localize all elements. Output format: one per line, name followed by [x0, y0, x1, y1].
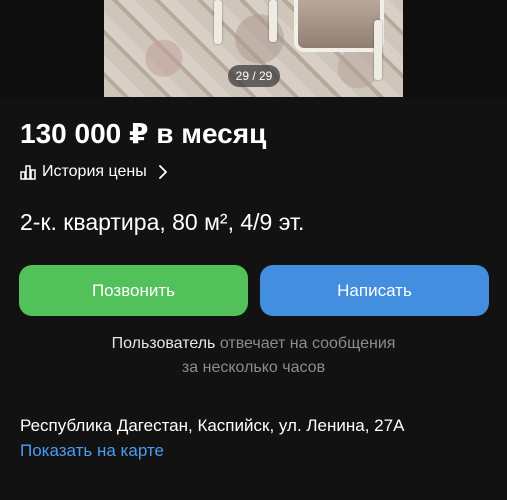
- photo-chair-leg-decor: [374, 20, 382, 80]
- seller-name: Пользователь: [111, 335, 216, 352]
- seller-reply-info: Пользователь отвечает на сообщения за не…: [0, 332, 507, 380]
- price-history-link[interactable]: История цены: [20, 161, 169, 183]
- photo-chair-decor: [294, 0, 384, 52]
- call-button[interactable]: Позвонить: [19, 265, 248, 316]
- seller-reply-text: отвечает на сообщения: [215, 335, 396, 352]
- photo-counter-badge: 29 / 29: [228, 65, 280, 87]
- listing-title: 2-к. квартира, 80 м², 4/9 эт.: [20, 209, 305, 235]
- write-message-button[interactable]: Написать: [260, 265, 489, 316]
- seller-reply-time: за несколько часов: [181, 359, 326, 376]
- photo-chair-leg-decor: [214, 0, 222, 44]
- listing-photo-gallery[interactable]: 29 / 29: [0, 0, 507, 97]
- chevron-right-icon: [157, 165, 169, 179]
- photo-chair-leg-decor: [269, 0, 277, 42]
- show-on-map-link[interactable]: Показать на карте: [20, 440, 164, 462]
- price-history-label: История цены: [42, 163, 147, 180]
- listing-address: Республика Дагестан, Каспийск, ул. Ленин…: [20, 416, 405, 435]
- listing-price: 130 000 ₽ в месяц: [20, 118, 267, 149]
- seller-reply-line-1: Пользователь отвечает на сообщения: [0, 332, 507, 356]
- bar-chart-icon: [20, 164, 36, 180]
